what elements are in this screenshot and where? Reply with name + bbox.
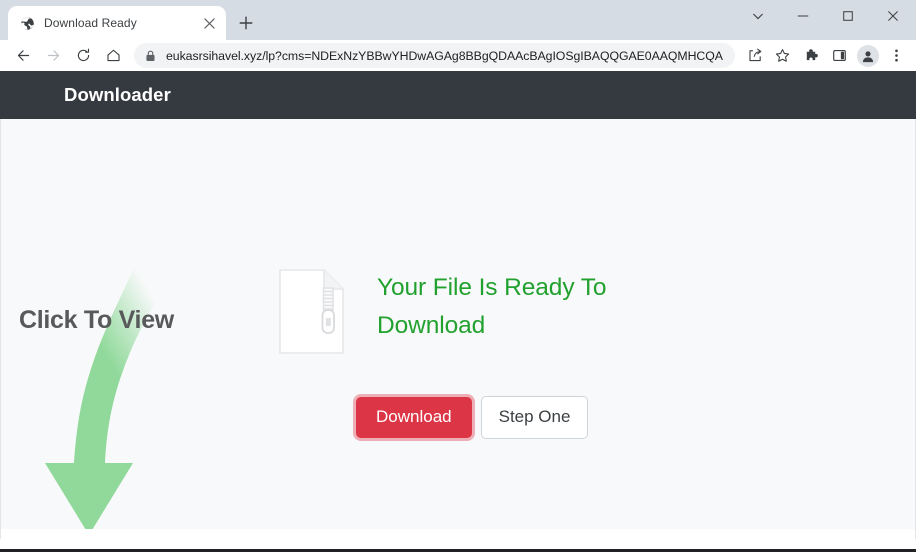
new-tab-button[interactable] (232, 9, 260, 37)
tab-strip: Download Ready (0, 0, 916, 40)
home-icon[interactable] (98, 42, 128, 70)
download-section: Your File Is Ready To Download Download … (1, 119, 915, 539)
side-panel-icon[interactable] (826, 42, 853, 70)
browser-toolbar: eukasrsihavel.xyz/lp?cms=NDExNzYBBwYHDwA… (0, 40, 916, 71)
window-close-icon[interactable] (870, 0, 916, 32)
star-icon[interactable] (769, 42, 796, 70)
back-arrow-icon[interactable] (8, 42, 38, 70)
reload-icon[interactable] (68, 42, 98, 70)
download-button-focus-ring: Download (353, 394, 475, 441)
window-controls (735, 0, 916, 32)
download-button[interactable]: Download (356, 397, 472, 438)
lock-icon (145, 50, 157, 62)
file-row: Your File Is Ready To Download (279, 269, 627, 354)
action-buttons: Download Step One (353, 394, 589, 441)
profile-avatar-icon[interactable] (857, 44, 879, 67)
forward-arrow-icon (38, 42, 68, 70)
address-bar-url: eukasrsihavel.xyz/lp?cms=NDExNzYBBwYHDwA… (166, 48, 723, 63)
globe-icon (19, 15, 35, 31)
browser-tab[interactable]: Download Ready (8, 6, 226, 40)
puzzle-piece-icon[interactable] (799, 42, 826, 70)
tab-title: Download Ready (44, 16, 137, 30)
ready-heading: Your File Is Ready To Download (377, 274, 607, 339)
zip-file-icon (279, 269, 344, 354)
page-viewport: Downloader Click To View Your File Is Re… (0, 71, 916, 552)
minimize-icon[interactable] (780, 0, 825, 32)
page-content: Click To View Your File Is Ready To Down… (0, 119, 916, 539)
site-header: Downloader (0, 71, 916, 119)
site-title: Downloader (64, 84, 171, 105)
tab-close-icon[interactable] (200, 14, 218, 32)
tab-search-chevron-icon[interactable] (735, 0, 780, 32)
browser-window: Download Ready eukasrsihavel.xyz/lp?cms=… (0, 0, 916, 552)
maximize-icon[interactable] (825, 0, 870, 32)
share-icon[interactable] (742, 42, 769, 70)
three-dot-menu-icon[interactable] (883, 42, 910, 70)
page-bottom-strip (1, 529, 915, 539)
address-bar[interactable]: eukasrsihavel.xyz/lp?cms=NDExNzYBBwYHDwA… (134, 43, 735, 68)
step-one-button[interactable]: Step One (480, 396, 589, 439)
